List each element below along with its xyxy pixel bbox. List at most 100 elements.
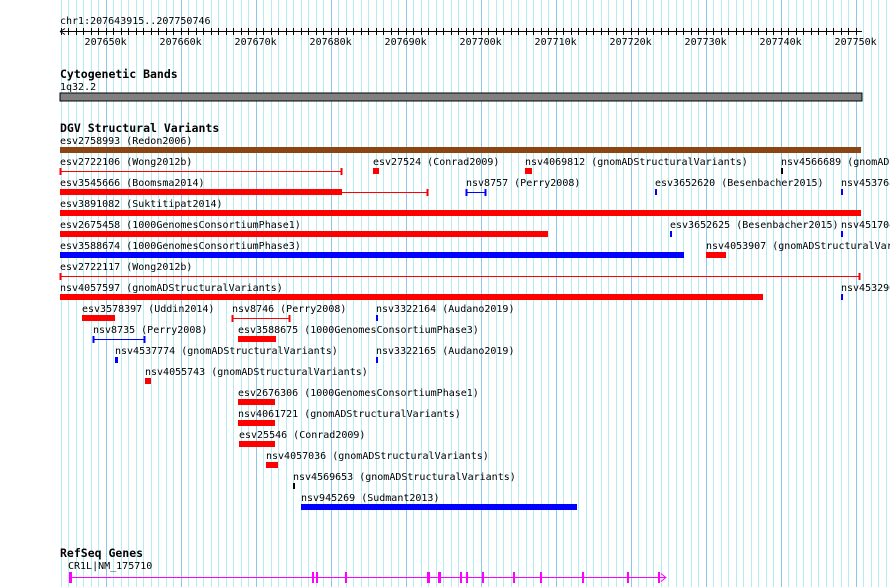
variant-label: esv3588674 (1000GenomesConsortiumPhase3) xyxy=(60,241,301,252)
structural-variant[interactable]: nsv8735 (Perry2008) xyxy=(92,325,207,343)
variant-label: nsv8746 (Perry2008) xyxy=(232,304,346,315)
gene-exon[interactable] xyxy=(316,572,318,583)
variant-label: esv3652620 (Besenbacher2015) xyxy=(655,178,824,189)
structural-variant[interactable]: nsv945269 (Sudmant2013) xyxy=(301,493,577,510)
gene-exon[interactable] xyxy=(460,572,462,583)
ruler-tick-label: 207650k xyxy=(85,37,127,48)
refseq-title: RefSeq Genes xyxy=(60,546,143,560)
refseq-track[interactable]: RefSeq Genes CR1L|NM_175710 xyxy=(60,546,667,583)
variant-label: esv3891082 (Suktitipat2014) xyxy=(60,199,223,210)
variant-label: esv2722117 (Wong2012b) xyxy=(60,262,192,273)
variant-bar[interactable] xyxy=(841,231,843,237)
gene-exon[interactable] xyxy=(627,572,629,583)
variant-bar[interactable] xyxy=(60,210,861,216)
structural-variant[interactable]: nsv4566689 (gnomADStructuralVariants) xyxy=(781,157,890,174)
gene-exon[interactable] xyxy=(582,572,584,583)
structural-variant[interactable]: esv3578397 (Uddin2014) xyxy=(82,304,214,321)
structural-variant[interactable]: esv2675458 (1000GenomesConsortiumPhase1) xyxy=(60,220,548,237)
genome-browser-canvas[interactable]: chr1:207643915..207750746 207650k 207660k… xyxy=(0,0,890,587)
variant-bar[interactable] xyxy=(60,231,548,237)
ruler-tick-label: 207700k xyxy=(460,37,502,48)
variant-label: nsv4566689 (gnomADStructuralVariants) xyxy=(781,157,890,168)
variant-label: nsv4069812 (gnomADStructuralVariants) xyxy=(525,157,748,168)
structural-variant[interactable]: nsv4569653 (gnomADStructuralVariants) xyxy=(293,472,516,489)
structural-variant[interactable]: nsv4053907 (gnomADStructuralVariants) xyxy=(706,241,890,258)
structural-variant[interactable]: esv2676306 (1000GenomesConsortiumPhase1) xyxy=(238,388,479,405)
gene-exon[interactable] xyxy=(482,572,484,583)
cytoband-bar[interactable] xyxy=(59,92,863,102)
ruler-tick-label: 207680k xyxy=(310,37,352,48)
gene-exon[interactable] xyxy=(540,572,542,583)
variant-bar[interactable] xyxy=(301,504,577,510)
variant-bar[interactable] xyxy=(266,462,278,468)
variant-label: nsv4061721 (gnomADStructuralVariants) xyxy=(238,409,461,420)
structural-variant[interactable]: nsv3322164 (Audano2019) xyxy=(376,304,514,321)
ruler-tick-label: 207720k xyxy=(610,37,652,48)
variant-bar[interactable] xyxy=(841,294,843,300)
structural-variant[interactable]: nsv3322165 (Audano2019) xyxy=(376,346,514,363)
gene-exon[interactable] xyxy=(427,572,430,583)
structural-variant[interactable]: esv3588674 (1000GenomesConsortiumPhase3) xyxy=(60,241,684,258)
ruler-tick-label: 207710k xyxy=(535,37,577,48)
variant-label: nsv4057597 (gnomADStructuralVariants) xyxy=(60,283,283,294)
structural-variant[interactable]: esv3588675 (1000GenomesConsortiumPhase3) xyxy=(238,325,479,342)
structural-variant[interactable]: esv3652620 (Besenbacher2015) xyxy=(655,178,824,195)
variant-label: nsv4537680 (gnomADStructuralVariants) xyxy=(841,178,890,189)
variant-bar[interactable] xyxy=(670,231,672,237)
variant-bar[interactable] xyxy=(238,399,275,405)
variant-bar[interactable] xyxy=(60,189,342,195)
variant-bar[interactable] xyxy=(115,357,118,363)
variant-bar[interactable] xyxy=(60,294,763,300)
variant-label: esv3545666 (Boomsma2014) xyxy=(60,178,205,189)
variant-bar[interactable] xyxy=(525,168,532,174)
variant-label: esv2758993 (Redon2006) xyxy=(60,136,192,147)
structural-variant[interactable]: nsv4057036 (gnomADStructuralVariants) xyxy=(266,451,489,468)
variant-label: nsv8757 (Perry2008) xyxy=(466,178,580,189)
ruler-tick-label: 207670k xyxy=(235,37,277,48)
gene-exon[interactable] xyxy=(438,572,441,583)
variant-bar[interactable] xyxy=(841,189,843,195)
variant-bar[interactable] xyxy=(82,315,115,321)
gene-exon[interactable] xyxy=(466,572,468,583)
variant-bar[interactable] xyxy=(706,252,726,258)
variant-bar[interactable] xyxy=(655,189,657,195)
variant-bar[interactable] xyxy=(373,168,379,174)
region-label: chr1:207643915..207750746 xyxy=(60,16,211,27)
variant-bar[interactable] xyxy=(60,147,861,153)
variant-bar[interactable] xyxy=(145,378,151,384)
gene-label[interactable]: CR1L|NM_175710 xyxy=(68,561,152,572)
variant-bar[interactable] xyxy=(781,168,783,174)
variant-label: esv3588675 (1000GenomesConsortiumPhase3) xyxy=(238,325,479,336)
dgv-track[interactable]: DGV Structural Variants esv2758993 (Redo… xyxy=(59,121,890,510)
variant-bar[interactable] xyxy=(238,336,276,342)
variant-label: nsv4517040 (gnomADStructuralVariants) xyxy=(841,220,890,231)
variant-label: nsv8735 (Perry2008) xyxy=(93,325,207,336)
structural-variant[interactable]: esv2758993 (Redon2006) xyxy=(60,136,861,153)
structural-variant[interactable]: nsv4061721 (gnomADStructuralVariants) xyxy=(238,409,461,426)
variant-label: nsv4532900 (gnomADStructuralVariants) xyxy=(841,283,890,294)
gene-exon[interactable] xyxy=(69,572,72,583)
variant-bar[interactable] xyxy=(239,441,275,447)
gene-exon[interactable] xyxy=(312,572,314,583)
gene-exon[interactable] xyxy=(658,572,660,583)
ruler-tick-label: 207660k xyxy=(160,37,202,48)
ruler[interactable]: chr1:207643915..207750746 207650k 207660k… xyxy=(59,16,877,48)
variant-bar[interactable] xyxy=(376,357,378,363)
variant-bar[interactable] xyxy=(238,420,275,426)
structural-variant[interactable]: esv2722117 (Wong2012b) xyxy=(59,262,861,280)
cytoband-track[interactable]: Cytogenetic Bands 1q32.2 xyxy=(59,67,863,102)
structural-variant[interactable]: nsv4069812 (gnomADStructuralVariants) xyxy=(525,157,748,174)
structural-variant[interactable]: nsv8746 (Perry2008) xyxy=(231,304,346,322)
structural-variant[interactable]: nsv4057597 (gnomADStructuralVariants) xyxy=(60,283,763,300)
structural-variant[interactable]: esv2722106 (Wong2012b) xyxy=(59,157,343,175)
variant-label: esv2722106 (Wong2012b) xyxy=(60,157,192,168)
variant-label: nsv4537774 (gnomADStructuralVariants) xyxy=(115,346,338,357)
gene-exon[interactable] xyxy=(513,572,515,583)
variant-bar[interactable] xyxy=(293,483,295,489)
gene-exon[interactable] xyxy=(345,572,347,583)
structural-variant[interactable]: esv3545666 (Boomsma2014) xyxy=(60,178,429,196)
variant-bar[interactable] xyxy=(60,252,684,258)
structural-variant[interactable]: esv3652625 (Besenbacher2015) xyxy=(670,220,839,237)
variant-bar[interactable] xyxy=(376,315,378,321)
structural-variant[interactable]: esv3891082 (Suktitipat2014) xyxy=(60,199,861,216)
